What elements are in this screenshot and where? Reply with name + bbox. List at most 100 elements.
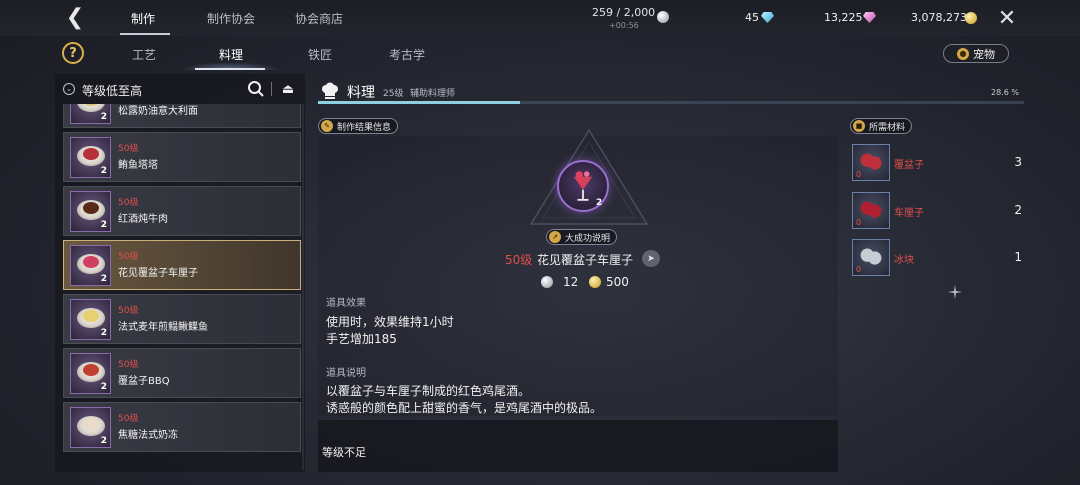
effect-line: 手艺增加185 [326, 332, 397, 346]
material-required: 1 [1014, 250, 1022, 264]
gold-cost: 500 [606, 275, 629, 289]
recipe-list-item[interactable]: 2 松露奶油意大利面 [63, 104, 301, 128]
share-icon[interactable]: ➤ [642, 250, 660, 267]
craft-title: 料理 [347, 85, 375, 101]
craft-progress-fill [318, 101, 520, 104]
material-item[interactable]: 0 车厘子 2 [852, 192, 1022, 230]
material-item[interactable]: 0 冰块 1 [852, 239, 1022, 277]
search-icon[interactable] [247, 80, 265, 98]
tab-blacksmith[interactable]: 铁匠 [308, 46, 332, 63]
material-item[interactable]: 0 覆盆子 3 [852, 144, 1022, 182]
active-tab-underline [120, 33, 170, 35]
recipe-quantity: 2 [100, 166, 107, 176]
result-quantity: 2 [596, 198, 603, 208]
recipe-name: 法式麦年煎鳎鳅鲽鱼 [118, 322, 208, 333]
recipe-level: 50级 [118, 144, 139, 154]
recipe-level: 50级 [118, 360, 139, 370]
pet-button[interactable]: ● 宠物 [943, 44, 1009, 63]
recipe-level: 50级 [118, 306, 139, 316]
tab-crafting[interactable]: 工艺 [132, 46, 156, 63]
recipe-level: 50级 [118, 198, 139, 208]
active-subtab-underline [195, 68, 265, 70]
recipe-quantity: 2 [100, 220, 107, 230]
recipe-name: 覆盆子BBQ [118, 376, 170, 387]
material-thumbnail: 0 [852, 239, 890, 276]
recipe-quantity: 2 [100, 382, 107, 392]
recipe-name: 红酒炖牛肉 [118, 214, 168, 225]
stamina-timer: +00:56 [609, 21, 639, 30]
material-name: 车厘子 [894, 208, 924, 219]
recipe-thumbnail: 2 [70, 137, 111, 178]
sort-dropdown[interactable]: 等级低至高 [82, 82, 142, 99]
recipe-thumbnail: 2 [70, 407, 111, 448]
recipe-name: 花见覆盆子车厘子 [118, 268, 198, 279]
craft-level: 25级 [383, 89, 404, 99]
food-icon [83, 148, 99, 160]
tab-craft-association[interactable]: 制作协会 [207, 10, 255, 27]
recipe-thumbnail: 2 [70, 191, 111, 232]
recipe-level: 50级 [118, 252, 139, 262]
gold-coin-icon [965, 12, 977, 24]
material-required: 2 [1014, 203, 1022, 217]
collapse-icon[interactable]: ⏏ [280, 81, 296, 97]
pink-gem-count: 13,225 [824, 11, 863, 24]
recipe-thumbnail: 2 [70, 353, 111, 394]
result-info-label: 制作结果信息 [337, 122, 392, 133]
header-divider [271, 82, 272, 96]
craft-rank: 辅助料理师 [410, 89, 456, 99]
recipe-name: 松露奶油意大利面 [118, 106, 198, 117]
effect-line: 使用时，效果维持1小时 [326, 315, 454, 329]
sort-chevron-icon[interactable]: ⌄ [63, 83, 75, 95]
material-owned: 0 [856, 265, 862, 274]
tab-association-shop[interactable]: 协会商店 [295, 10, 343, 27]
blue-gem-count: 45 [745, 11, 759, 24]
material-owned: 0 [856, 218, 862, 227]
material-thumbnail: 0 [852, 192, 890, 229]
recipe-list-item[interactable]: 2 50级法式麦年煎鳎鳅鲽鱼 [63, 294, 301, 344]
recipe-list-item[interactable]: 2 50级红酒炖牛肉 [63, 186, 301, 236]
recipe-list[interactable]: 2 松露奶油意大利面 2 50级 鲔鱼塔塔 2 50级 红酒炖牛肉 2 50级 花见覆盆子车厘子 2 5… [55, 104, 305, 470]
tab-cooking[interactable]: 料理 [219, 46, 243, 63]
recipe-quantity: 2 [100, 436, 107, 446]
great-success-icon: ↗ [549, 231, 561, 243]
recipe-list-item[interactable]: 2 50级花见覆盆子车厘子 [63, 240, 301, 290]
recipe-name: 鲔鱼塔塔 [118, 160, 158, 171]
recipe-thumbnail: 2 [70, 104, 111, 124]
description-line: 诱惑般的颜色配上甜蜜的香气，是鸡尾酒中的极品。 [326, 401, 603, 415]
status-message: 等级不足 [322, 446, 366, 459]
material-name: 覆盆子 [894, 160, 924, 171]
material-required: 3 [1014, 155, 1022, 169]
stamina-counter: 259 / 2,000 [592, 6, 656, 19]
description-scroll[interactable]: 以覆盆子与车厘子制成的红色鸡尾酒。 诱惑般的颜色配上甜蜜的香气，是鸡尾酒中的极品… [318, 362, 838, 416]
great-success-button[interactable]: ↗ 大成功说明 [546, 229, 618, 245]
food-icon [83, 364, 99, 376]
recipe-thumbnail: 2 [70, 299, 111, 340]
back-arrow-icon[interactable]: ❮ [62, 6, 88, 30]
tab-archaeology[interactable]: 考古学 [389, 46, 425, 63]
food-icon [83, 310, 99, 322]
material-thumbnail: 0 [852, 144, 890, 181]
close-icon[interactable]: ✕ [994, 5, 1020, 31]
recipe-list-item[interactable]: 2 50级 焦糖法式奶冻 [63, 402, 301, 452]
help-icon[interactable]: ? [62, 42, 84, 64]
material-name: 冰块 [894, 255, 914, 266]
description-line: 以覆盆子与车厘子制成的红色鸡尾酒。 [326, 384, 531, 398]
stamina-icon [657, 11, 669, 23]
sparkle-decoration [948, 285, 962, 299]
result-info-icon: ✎ [321, 120, 333, 132]
result-info-tag[interactable]: ✎ 制作结果信息 [318, 118, 399, 134]
gold-cost-icon [589, 276, 601, 288]
materials-icon: ■ [853, 120, 865, 132]
materials-label: 所需材料 [869, 122, 906, 133]
chef-hat-icon [322, 82, 338, 99]
tab-craft[interactable]: 制作 [131, 10, 155, 27]
recipe-thumbnail: 2 [70, 245, 111, 286]
great-success-label: 大成功说明 [565, 233, 611, 244]
recipe-list-item[interactable]: 2 50级覆盆子BBQ [63, 348, 301, 398]
food-icon [83, 256, 99, 268]
result-level: 50级 [505, 253, 533, 267]
materials-tag: ■ 所需材料 [850, 118, 913, 134]
recipe-list-item[interactable]: 2 50级鲔鱼塔塔 [63, 132, 301, 182]
paw-icon: ● [957, 47, 969, 60]
list-scrollbar[interactable] [302, 104, 304, 470]
